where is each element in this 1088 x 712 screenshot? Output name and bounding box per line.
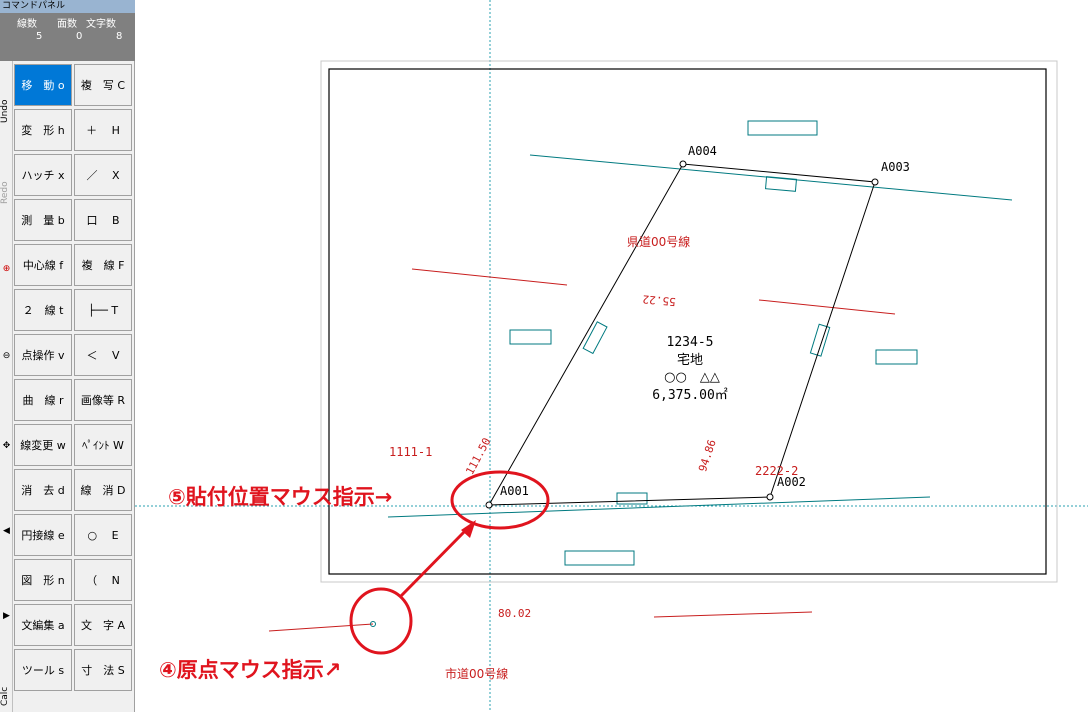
point-label-a003: A003 — [881, 160, 910, 174]
paste-position-circle — [450, 470, 550, 530]
command-button-12-left[interactable]: 文編集 a — [14, 604, 72, 646]
zoom-out-icon[interactable]: ⊖ — [1, 351, 12, 362]
road-name-bottom: 市道00号線 — [445, 666, 508, 681]
vertex-a004[interactable] — [679, 160, 687, 168]
road-symbol — [582, 321, 608, 355]
step4-annotation: ④原点マウス指示↗ — [159, 658, 342, 682]
panel-title: コマンドパネル — [0, 0, 135, 13]
area-label: 6,375.00㎡ — [652, 388, 728, 403]
command-button-10-left[interactable]: 円接線 e — [14, 514, 72, 556]
dimension-right: 94.86 — [696, 438, 719, 474]
neighbor-lot-right: 2222-2 — [755, 464, 798, 478]
command-panel: コマンドパネル 線数 面数 文字数 5 0 8 Undo Redo ⊕ ⊖ ✥ … — [0, 0, 135, 712]
dimension-bottom: 80.02 — [498, 607, 531, 620]
command-button-10-right[interactable]: ○ E — [74, 514, 132, 556]
command-button-6-left[interactable]: 点操作 v — [14, 334, 72, 376]
command-button-11-left[interactable]: 図 形 n — [14, 559, 72, 601]
road-name-top: 県道00号線 — [627, 234, 690, 249]
command-button-4-right[interactable]: 複 線 F — [74, 244, 132, 286]
side-strip: Undo Redo ⊕ ⊖ ✥ ◀ ▶ Calc — [0, 61, 13, 712]
text-count-value: 8 — [116, 31, 123, 42]
owner-label: ○○ △△ — [664, 370, 720, 385]
red-line — [758, 299, 896, 315]
zoom-in-icon[interactable]: ⊕ — [1, 264, 12, 275]
command-button-0-right[interactable]: 複 写 C — [74, 64, 132, 106]
dimension-left: 111.50 — [463, 436, 493, 477]
command-button-1-right[interactable]: ＋ H — [74, 109, 132, 151]
command-button-3-right[interactable]: 口 B — [74, 199, 132, 241]
line-count-value: 5 — [36, 31, 43, 42]
face-count-label: 面数 — [57, 19, 77, 30]
command-button-7-right[interactable]: 画像等 R — [74, 379, 132, 421]
command-button-12-right[interactable]: 文 字 A — [74, 604, 132, 646]
line-count-label: 線数 — [17, 19, 37, 30]
pan-icon[interactable]: ✥ — [1, 441, 12, 452]
command-button-4-left[interactable]: 中心線 f — [14, 244, 72, 286]
command-button-3-left[interactable]: 測 量 b — [14, 199, 72, 241]
road-symbol — [809, 323, 831, 357]
drawing-canvas[interactable]: A001 A002 A003 A004 1234-5 宅地 ○○ △△ 6,37… — [135, 0, 1088, 712]
red-line — [411, 268, 568, 286]
lot-number: 1234-5 — [667, 335, 714, 350]
command-button-2-left[interactable]: ハッチ x — [14, 154, 72, 196]
command-button-13-right[interactable]: 寸 法 S — [74, 649, 132, 691]
scroll-right-icon[interactable]: ▶ — [1, 611, 12, 622]
command-button-11-right[interactable]: （ N — [74, 559, 132, 601]
command-button-8-right[interactable]: ﾍﾟｲﾝﾄ W — [74, 424, 132, 466]
red-line — [268, 623, 374, 632]
land-use-label: 宅地 — [677, 353, 703, 368]
command-button-5-right[interactable]: ├── T — [74, 289, 132, 331]
origin-circle — [349, 587, 413, 655]
road-symbol — [875, 349, 918, 365]
scroll-left-icon[interactable]: ◀ — [1, 526, 12, 537]
step5-annotation: ⑤貼付位置マウス指示→ — [168, 485, 393, 509]
calc-button[interactable]: Calc — [0, 681, 13, 712]
vertex-a001[interactable] — [485, 501, 493, 509]
command-button-2-right[interactable]: ／ X — [74, 154, 132, 196]
paper-frame — [320, 60, 1058, 583]
command-button-9-right[interactable]: 線 消 D — [74, 469, 132, 511]
road-symbol — [564, 550, 635, 566]
face-count-value: 0 — [76, 31, 83, 42]
command-button-1-left[interactable]: 変 形 h — [14, 109, 72, 151]
point-label-a004: A004 — [688, 144, 717, 158]
command-button-0-left[interactable]: 移 動 o — [14, 64, 72, 106]
command-button-8-left[interactable]: 線変更 w — [14, 424, 72, 466]
undo-button[interactable]: Undo — [0, 91, 13, 131]
text-count-label: 文字数 — [86, 19, 116, 30]
neighbor-lot-left: 1111-1 — [389, 445, 432, 459]
road-symbol — [747, 120, 818, 136]
road-symbol — [509, 329, 552, 345]
point-label-a001: A001 — [500, 484, 529, 498]
command-button-13-left[interactable]: ツール s — [14, 649, 72, 691]
command-button-6-right[interactable]: ＜ V — [74, 334, 132, 376]
annotation-arrow — [398, 528, 468, 599]
command-button-9-left[interactable]: 消 去 d — [14, 469, 72, 511]
command-button-5-left[interactable]: ２ 線 t — [14, 289, 72, 331]
red-line — [653, 611, 813, 618]
count-display: 線数 面数 文字数 5 0 8 — [0, 13, 135, 61]
command-button-7-left[interactable]: 曲 線 r — [14, 379, 72, 421]
road-symbol — [616, 492, 648, 505]
vertex-a003[interactable] — [871, 178, 879, 186]
redo-button[interactable]: Redo — [0, 173, 13, 213]
vertex-a002[interactable] — [766, 493, 774, 501]
red-lines — [268, 268, 896, 632]
dimension-top: 55.22 — [642, 292, 676, 308]
